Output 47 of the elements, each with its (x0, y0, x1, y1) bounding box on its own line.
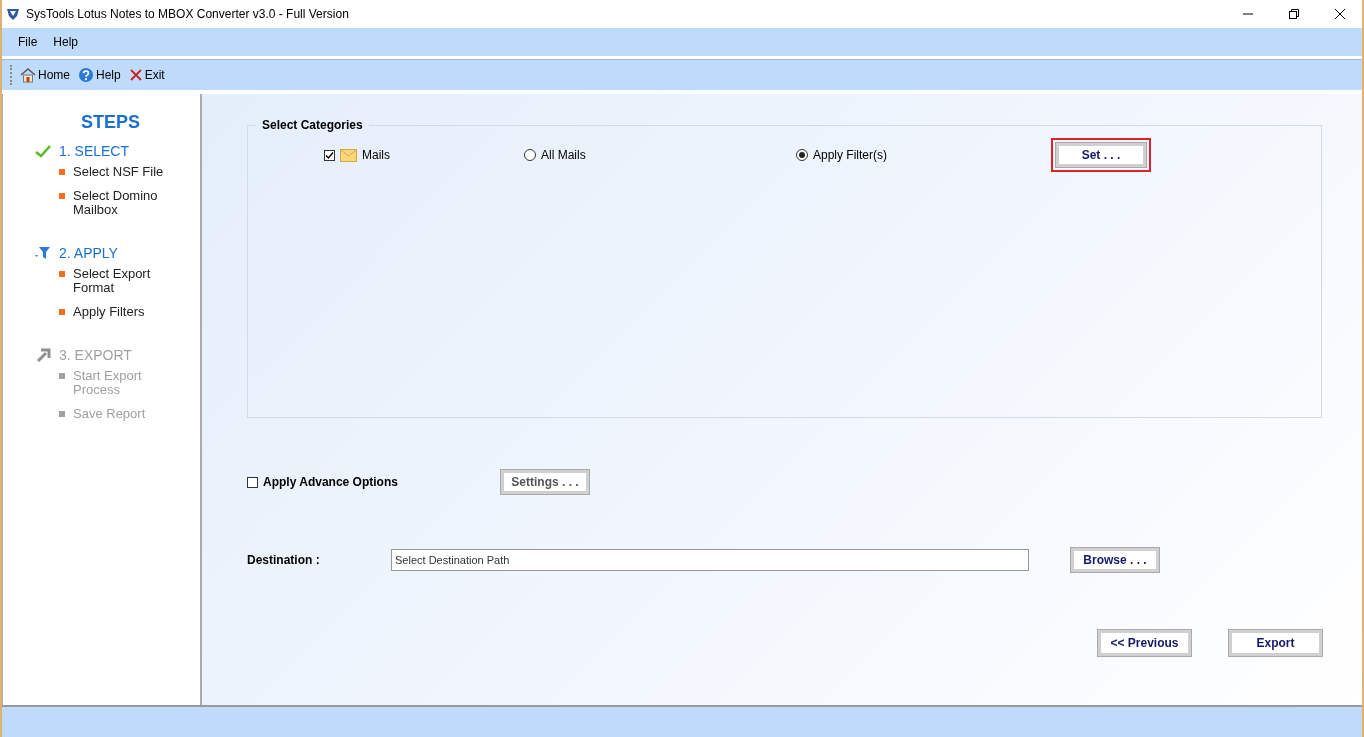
close-icon (128, 68, 143, 82)
steps-heading: STEPS (81, 112, 142, 133)
toolbar-button[interactable]: Help (76, 67, 123, 83)
checkbox[interactable] (324, 149, 335, 161)
app-logo-icon (6, 7, 20, 21)
destination-label: Destination : (247, 553, 321, 567)
destination-field[interactable]: Select Destination Path (391, 549, 1029, 571)
set-button[interactable]: Set . . . (1056, 143, 1146, 167)
close-icon[interactable] (1334, 8, 1346, 20)
radio-button[interactable] (524, 149, 536, 161)
checkbox[interactable] (247, 476, 258, 488)
bullet-icon (59, 169, 65, 175)
step-title: 2. APPLY (59, 245, 118, 261)
bullet-icon (59, 373, 65, 379)
toolbar-button[interactable]: Exit (126, 68, 167, 82)
help-icon (78, 67, 94, 83)
menu-item[interactable]: File (18, 35, 38, 49)
home-icon (20, 67, 36, 83)
radio-label: Apply Filter(s) (813, 148, 887, 162)
checkbox-label: Apply Advance Options (263, 475, 398, 489)
step-item: Apply Filters (73, 305, 145, 319)
checkbox-label: Mails (362, 148, 390, 162)
footer-button[interactable]: Export (1229, 630, 1322, 656)
restore-icon[interactable] (1288, 8, 1300, 20)
radio-button[interactable] (796, 149, 808, 161)
group-title: Select Categories (261, 118, 364, 132)
filter-icon (35, 246, 51, 260)
arrow-icon (35, 348, 51, 362)
step-item: Save Report (73, 407, 146, 421)
checkmark-icon (35, 144, 51, 158)
bullet-icon (59, 309, 65, 315)
step-item: Start Export Process (73, 369, 143, 397)
envelope-icon (340, 148, 357, 162)
footer-button[interactable]: << Previous (1098, 630, 1191, 656)
step-item: Select Domino Mailbox (73, 189, 159, 217)
toolbar-button[interactable]: Home (18, 67, 72, 83)
bullet-icon (59, 193, 65, 199)
bullet-icon (59, 411, 65, 417)
step-item: Select Export Format (73, 267, 152, 295)
window-title: SysTools Lotus Notes to MBOX Converter v3.0 - Full Version (26, 7, 349, 21)
menu-item[interactable]: Help (53, 35, 79, 49)
step-title: 1. SELECT (59, 143, 130, 159)
step-item: Select NSF File (73, 165, 164, 179)
radio-label: All Mails (541, 148, 586, 162)
bullet-icon (59, 271, 65, 277)
browse-button[interactable]: Browse . . . (1071, 548, 1159, 572)
step-title: 3. EXPORT (59, 347, 132, 363)
